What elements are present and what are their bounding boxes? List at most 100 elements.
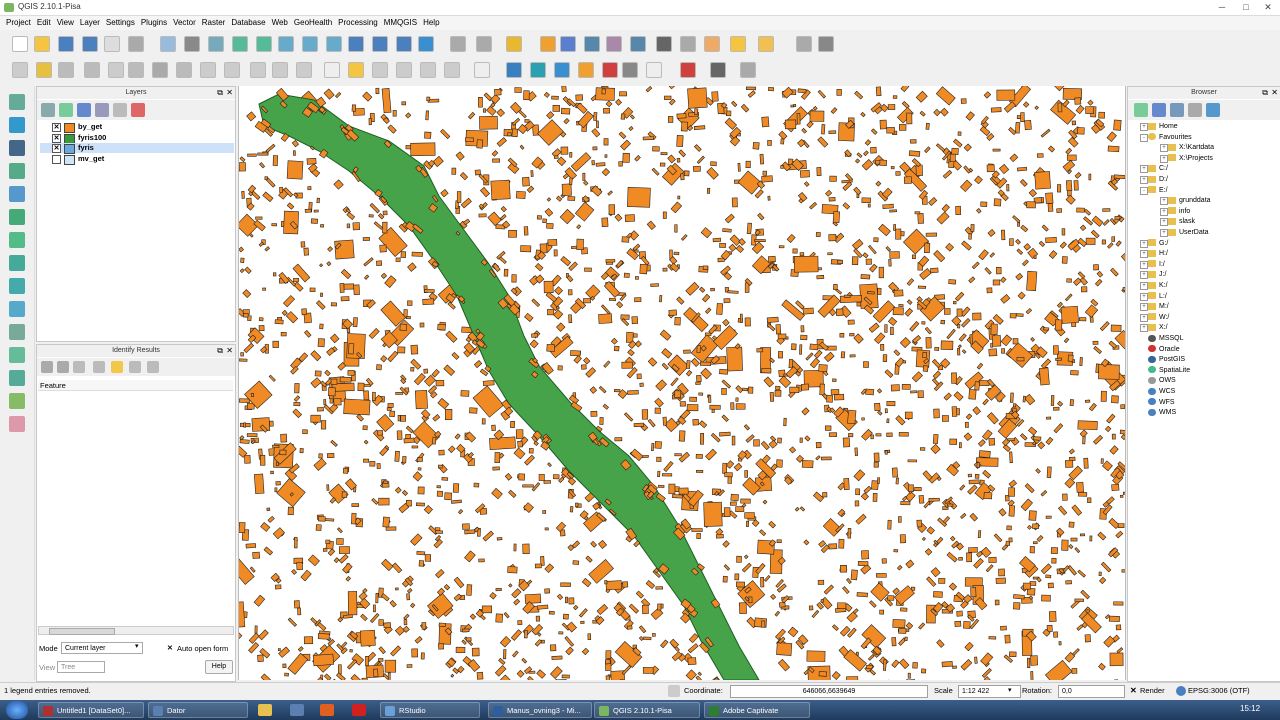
save-project-icon[interactable] [58,36,74,52]
attribute-table-icon[interactable] [560,36,576,52]
feature-column-header[interactable]: Feature [38,380,233,391]
add-group-icon[interactable] [59,103,73,117]
layer-visibility-checkbox[interactable]: ✕ [52,144,61,153]
layer-visibility-checkbox[interactable]: ✕ [52,133,61,143]
redo-icon[interactable] [272,62,288,78]
plugin-d-icon[interactable] [602,62,618,78]
view-select[interactable]: Tree [57,661,105,673]
horizontal-scrollbar[interactable] [38,626,234,635]
zoom-full-icon[interactable] [278,36,294,52]
expand-toggle-icon[interactable]: + [1140,123,1148,131]
print-icon[interactable] [129,361,141,373]
add-postgis-layer-icon[interactable] [9,140,25,156]
collapse-icon[interactable] [57,361,69,373]
label-pin-icon[interactable] [348,62,364,78]
coordinate-field[interactable]: 646066,6639649 [730,685,928,698]
browser-item-wms[interactable]: WMS [1148,408,1176,418]
browser-item-slask[interactable]: + slask [1160,217,1195,227]
clear-results-icon[interactable] [93,361,105,373]
browser-item-x[interactable]: + X:/ [1140,323,1168,333]
label-rotate-icon[interactable] [420,62,436,78]
collapse-all-icon[interactable] [1188,103,1202,117]
browser-item-home[interactable]: + Home [1140,122,1178,132]
menu-vector[interactable]: Vector [173,16,196,30]
close-panel-icon[interactable]: ✕ [226,88,233,97]
taskbar-task[interactable]: Adobe Captivate [704,702,810,718]
add-raster-layer-icon[interactable] [9,117,25,133]
expand-toggle-icon[interactable]: + [1140,292,1148,301]
expand-toggle-icon[interactable]: + [1140,239,1148,248]
browser-item-w[interactable]: + W:/ [1140,313,1169,323]
maximize-button[interactable]: □ [1236,1,1256,13]
add-selected-icon[interactable] [1134,103,1148,117]
expand-toggle-icon[interactable]: - [1140,133,1148,142]
browser-item-spatialite[interactable]: SpatiaLite [1148,366,1190,376]
expand-toggle-icon[interactable]: + [1140,260,1148,269]
menu-geohealth[interactable]: GeoHealth [294,16,332,30]
zoom-layer-icon[interactable] [326,36,342,52]
move-feature-icon[interactable] [108,62,124,78]
browser-item-oracle[interactable]: Oracle [1148,345,1180,355]
add-wfs-layer-icon[interactable] [9,278,25,294]
browser-item-d[interactable]: + D:/ [1140,175,1168,185]
menu-settings[interactable]: Settings [106,16,135,30]
browser-item-h[interactable]: + H:/ [1140,249,1168,259]
layer-item-fyris[interactable]: ✕ fyris [40,143,234,154]
plugin-h-icon[interactable] [740,62,756,78]
save-as-icon[interactable] [82,36,98,52]
add-wms-layer-icon[interactable] [9,232,25,248]
menu-edit[interactable]: Edit [37,16,51,30]
expand-toggle-icon[interactable]: + [1160,229,1168,237]
add-oracle-layer-icon[interactable] [9,209,25,225]
new-print-composer-icon[interactable] [104,36,120,52]
form-annotation-icon[interactable] [704,36,720,52]
menu-project[interactable]: Project [6,16,31,30]
minimize-button[interactable]: ─ [1212,1,1232,13]
refresh-icon[interactable] [1152,103,1166,117]
menu-layer[interactable]: Layer [80,16,100,30]
label-move-icon[interactable] [396,62,412,78]
python-console-icon[interactable] [506,62,522,78]
map-tips-icon[interactable] [450,36,466,52]
open-layer-styling-icon[interactable] [41,103,55,117]
zoom-last-icon[interactable] [348,36,364,52]
expand-toggle-icon[interactable]: + [1140,176,1148,184]
mode-select[interactable]: Current layer [61,642,143,654]
taskbar-task[interactable]: Manus_ovning3 - Mi... [488,702,592,718]
zotero-icon[interactable] [352,704,366,716]
browser-item-ows[interactable]: OWS [1148,376,1176,386]
menu-view[interactable]: View [57,16,74,30]
float-icon[interactable]: ⧉ [217,346,223,356]
abc-label-icon[interactable] [324,62,340,78]
pan-to-selection-icon[interactable] [208,36,224,52]
text-annotation-icon[interactable] [680,36,696,52]
pan-icon[interactable] [184,36,200,52]
composer-manager-icon[interactable] [128,36,144,52]
collapse-all-icon[interactable] [113,103,127,117]
render-checkbox[interactable]: ✕ [1130,686,1137,695]
menu-mmqgis[interactable]: MMQGIS [384,16,417,30]
browser-item-x-projects[interactable]: + X:\Projects [1160,154,1213,164]
delete-selected-icon[interactable] [152,62,168,78]
measure-icon[interactable] [606,36,622,52]
zoom-out-icon[interactable] [256,36,272,52]
menu-plugins[interactable]: Plugins [141,16,167,30]
copy-icon[interactable] [111,361,123,373]
refresh-icon[interactable] [396,36,412,52]
browser-item-favourites[interactable]: - Favourites [1140,133,1192,143]
layer-visibility-checkbox[interactable]: ✕ [52,123,61,132]
menu-help[interactable]: Help [423,16,439,30]
browser-item-e[interactable]: - E:/ [1140,186,1168,196]
plugin-a-icon[interactable] [530,62,546,78]
globe-icon[interactable] [1176,686,1186,696]
expand-toggle-icon[interactable]: + [1160,154,1168,163]
browser-item-c[interactable]: + C:/ [1140,164,1168,174]
expand-toggle-icon[interactable]: + [1140,324,1148,333]
plugin-b-icon[interactable] [554,62,570,78]
field-calculator-icon[interactable] [540,36,556,52]
expand-toggle-icon[interactable]: - [1140,186,1148,195]
close-button[interactable]: ✕ [1258,1,1278,13]
browser-item-x-kartdata[interactable]: + X:\Kartdata [1160,143,1214,153]
new-project-icon[interactable] [12,36,28,52]
scrollbar-thumb[interactable] [49,628,115,635]
